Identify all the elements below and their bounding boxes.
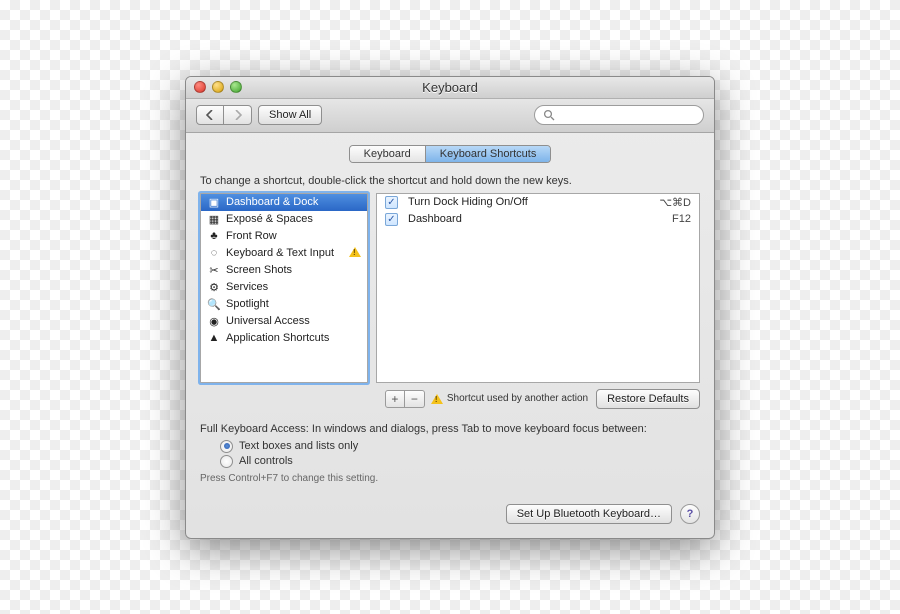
add-remove-stepper: + −	[385, 390, 425, 408]
category-row[interactable]: ▣ Dashboard & Dock	[201, 194, 367, 211]
back-button[interactable]	[196, 105, 224, 125]
fka-label: Full Keyboard Access: In windows and dia…	[200, 423, 700, 435]
shortcut-checkbox[interactable]: ✓	[385, 213, 398, 226]
conflict-warning-text: Shortcut used by another action	[447, 393, 588, 404]
fka-radio-textboxes[interactable]: Text boxes and lists only	[220, 439, 700, 454]
tab-keyboard[interactable]: Keyboard	[350, 146, 425, 162]
tab-keyboard-shortcuts[interactable]: Keyboard Shortcuts	[425, 146, 551, 162]
below-panes-row: + − Shortcut used by another action Rest…	[200, 389, 700, 409]
category-icon: ◌	[207, 246, 221, 260]
zoom-window-button[interactable]	[230, 81, 242, 93]
category-label: Services	[226, 281, 268, 293]
category-label: Exposé & Spaces	[226, 213, 313, 225]
category-icon: ✂	[207, 263, 221, 277]
add-shortcut-button[interactable]: +	[385, 390, 405, 408]
category-label: Front Row	[226, 230, 277, 242]
preferences-window: Keyboard Show All Keyboard Keyboard Shor…	[185, 76, 715, 539]
conflict-warning: Shortcut used by another action	[431, 393, 588, 404]
category-row[interactable]: ♣ Front Row	[201, 228, 367, 245]
search-icon	[543, 109, 555, 121]
category-row[interactable]: ✂ Screen Shots	[201, 262, 367, 279]
radio-icon	[220, 455, 233, 468]
category-icon: ◉	[207, 314, 221, 328]
footer-row: Set Up Bluetooth Keyboard… ?	[200, 504, 700, 524]
show-all-button[interactable]: Show All	[258, 105, 322, 125]
shortcut-keys: F12	[672, 213, 691, 225]
category-label: Dashboard & Dock	[226, 196, 318, 208]
fka-hint: Press Control+F7 to change this setting.	[200, 473, 700, 484]
fka-opt1-label: Text boxes and lists only	[239, 440, 358, 452]
bluetooth-keyboard-button[interactable]: Set Up Bluetooth Keyboard…	[506, 504, 672, 524]
radio-icon	[220, 440, 233, 453]
warning-icon	[349, 247, 361, 260]
category-row[interactable]: ⚙ Services	[201, 279, 367, 296]
category-icon: ♣	[207, 229, 221, 243]
category-label: Application Shortcuts	[226, 332, 329, 344]
category-icon: ⚙	[207, 280, 221, 294]
toolbar: Show All	[186, 99, 714, 133]
shortcut-list[interactable]: ✓ Turn Dock Hiding On/Off⌥⌘D ✓ DashboardF12	[376, 193, 700, 383]
shortcut-checkbox[interactable]: ✓	[385, 196, 398, 209]
nav-segment	[196, 105, 252, 125]
warning-icon	[431, 394, 443, 404]
category-list[interactable]: ▣ Dashboard & Dock ▦ Exposé & Spaces ♣ Front …	[200, 193, 368, 383]
help-button[interactable]: ?	[680, 504, 700, 524]
close-window-button[interactable]	[194, 81, 206, 93]
shortcut-name: Dashboard	[408, 213, 672, 225]
minimize-window-button[interactable]	[212, 81, 224, 93]
category-icon: ▦	[207, 212, 221, 226]
category-icon: 🔍	[207, 297, 221, 311]
category-label: Spotlight	[226, 298, 269, 310]
window-title: Keyboard	[186, 80, 714, 95]
fka-opt2-label: All controls	[239, 455, 293, 467]
category-row[interactable]: ▦ Exposé & Spaces	[201, 211, 367, 228]
category-row[interactable]: ◌ Keyboard & Text Input	[201, 245, 367, 262]
content-area: Keyboard Keyboard Shortcuts To change a …	[186, 133, 714, 538]
category-row[interactable]: ▲ Application Shortcuts	[201, 330, 367, 347]
category-row[interactable]: 🔍 Spotlight	[201, 296, 367, 313]
shortcut-name: Turn Dock Hiding On/Off	[408, 196, 659, 208]
category-label: Keyboard & Text Input	[226, 247, 334, 259]
fka-radio-allcontrols[interactable]: All controls	[220, 454, 700, 469]
titlebar: Keyboard	[186, 77, 714, 99]
traffic-lights	[186, 81, 242, 93]
forward-button[interactable]	[224, 105, 252, 125]
category-icon: ▲	[207, 331, 221, 345]
category-icon: ▣	[207, 195, 221, 209]
shortcut-row[interactable]: ✓ DashboardF12	[377, 211, 699, 228]
tab-bar: Keyboard Keyboard Shortcuts	[200, 145, 700, 163]
category-label: Universal Access	[226, 315, 310, 327]
shortcut-row[interactable]: ✓ Turn Dock Hiding On/Off⌥⌘D	[377, 194, 699, 211]
shortcut-panes: ▣ Dashboard & Dock ▦ Exposé & Spaces ♣ Front …	[200, 193, 700, 383]
category-label: Screen Shots	[226, 264, 292, 276]
restore-defaults-button[interactable]: Restore Defaults	[596, 389, 700, 409]
shortcut-keys: ⌥⌘D	[659, 196, 691, 209]
full-keyboard-access-section: Full Keyboard Access: In windows and dia…	[200, 423, 700, 484]
remove-shortcut-button[interactable]: −	[405, 390, 425, 408]
search-field[interactable]	[534, 105, 704, 125]
category-row[interactable]: ◉ Universal Access	[201, 313, 367, 330]
instructions-text: To change a shortcut, double-click the s…	[200, 175, 700, 187]
